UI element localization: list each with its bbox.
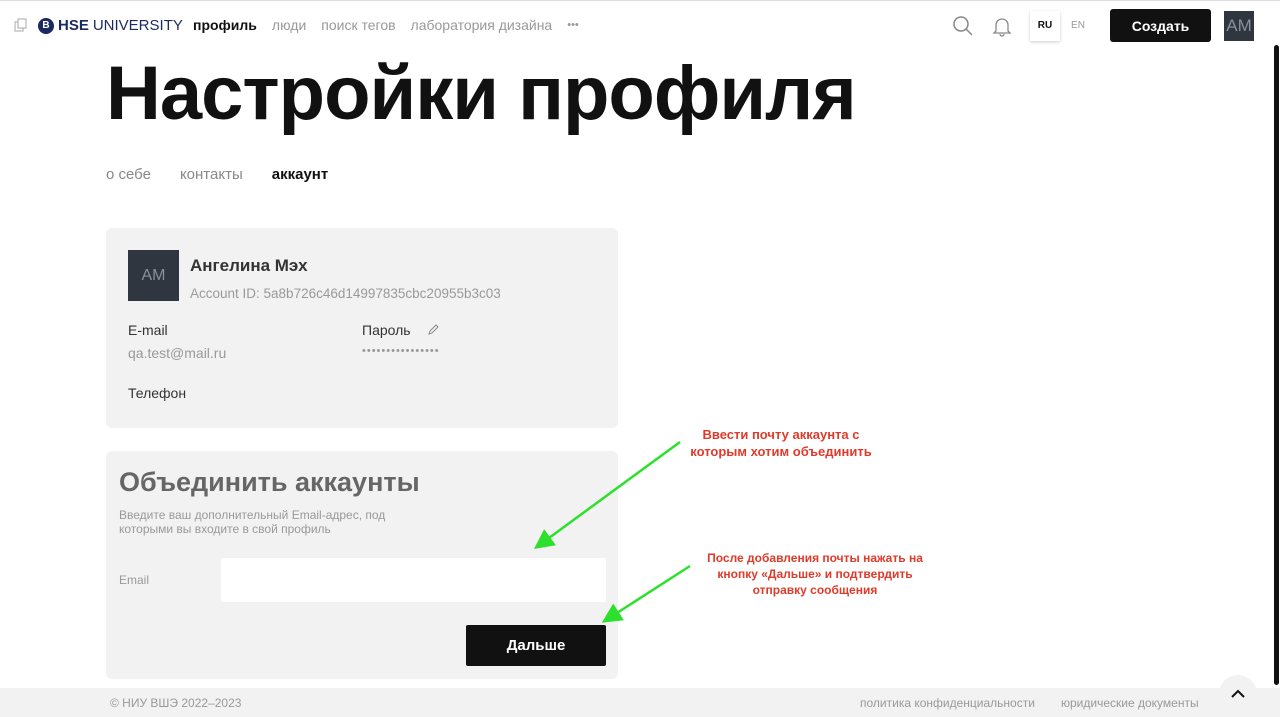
annotation-enter-email: Ввести почту аккаунта с которым хотим об… xyxy=(690,427,872,459)
scrollbar[interactable] xyxy=(1274,45,1279,685)
more-menu-button[interactable]: ••• xyxy=(567,17,579,33)
nav-item-people[interactable]: люди xyxy=(272,17,306,33)
account-card: AM Ангелина Мэх Account ID: 5a8b726c46d1… xyxy=(106,228,618,428)
next-button[interactable]: Дальше xyxy=(466,625,606,666)
copyright: © НИУ ВШЭ 2022–2023 xyxy=(110,696,242,710)
top-nav: B HSE UNIVERSITY профиль люди поиск тегов … xyxy=(0,0,1280,52)
bell-icon[interactable] xyxy=(991,15,1013,37)
merge-accounts-card: Объединить аккаунты Введите ваш дополнит… xyxy=(106,451,618,679)
account-avatar: AM xyxy=(128,250,179,301)
logo-text: UNIVERSITY xyxy=(92,17,183,34)
tab-account[interactable]: аккаунт xyxy=(272,166,328,183)
legal-docs-link[interactable]: юридические документы xyxy=(1061,696,1199,710)
annotation-click-next: После добавления почты нажать на кнопку … xyxy=(707,551,923,597)
merge-title: Объединить аккаунты xyxy=(119,467,420,497)
nav-item-design-lab[interactable]: лаборатория дизайна xyxy=(411,17,553,33)
hse-logo[interactable]: B HSE UNIVERSITY xyxy=(38,17,183,34)
password-label: Пароль xyxy=(362,322,411,338)
nav-item-tag-search[interactable]: поиск тегов xyxy=(321,17,395,33)
logo-bold: HSE xyxy=(58,17,89,34)
edit-pencil-icon[interactable] xyxy=(427,323,440,336)
nav-item-profile[interactable]: профиль xyxy=(193,17,257,33)
lang-ru-button[interactable]: RU xyxy=(1030,10,1060,41)
user-avatar[interactable]: AM xyxy=(1224,10,1254,41)
phone-label: Телефон xyxy=(128,385,187,401)
main-menu: профиль люди поиск тегов лаборатория диз… xyxy=(193,17,579,33)
copy-icon[interactable] xyxy=(14,18,28,32)
tab-contacts[interactable]: контакты xyxy=(180,166,243,183)
search-icon[interactable] xyxy=(952,15,974,37)
arrow-to-next-button xyxy=(601,564,691,623)
lang-en-button[interactable]: EN xyxy=(1063,11,1093,41)
merge-email-label: Email xyxy=(119,573,150,587)
tab-about[interactable]: о себе xyxy=(106,166,151,183)
merge-description: Введите ваш дополнительный Email-адрес, … xyxy=(119,508,386,536)
account-name: Ангелина Мэх xyxy=(190,256,308,275)
password-value: •••••••••••••••• xyxy=(362,345,440,357)
email-label: E-mail xyxy=(128,322,168,338)
chevron-up-icon xyxy=(1231,689,1245,698)
footer: © НИУ ВШЭ 2022–2023 политика конфиденциа… xyxy=(0,688,1280,717)
account-id: Account ID: 5a8b726c46d14997835cbc20955b… xyxy=(190,286,501,301)
privacy-link[interactable]: политика конфиденциальности xyxy=(860,696,1035,710)
logo-badge: B xyxy=(38,17,54,34)
create-button[interactable]: Создать xyxy=(1110,9,1211,42)
scroll-to-top-button[interactable] xyxy=(1219,675,1257,713)
settings-tabs: о себе контакты аккаунт xyxy=(106,166,328,183)
email-value: qa.test@mail.ru xyxy=(128,345,227,361)
page-title: Настройки профиля xyxy=(106,51,857,136)
merge-email-input[interactable] xyxy=(221,558,606,602)
